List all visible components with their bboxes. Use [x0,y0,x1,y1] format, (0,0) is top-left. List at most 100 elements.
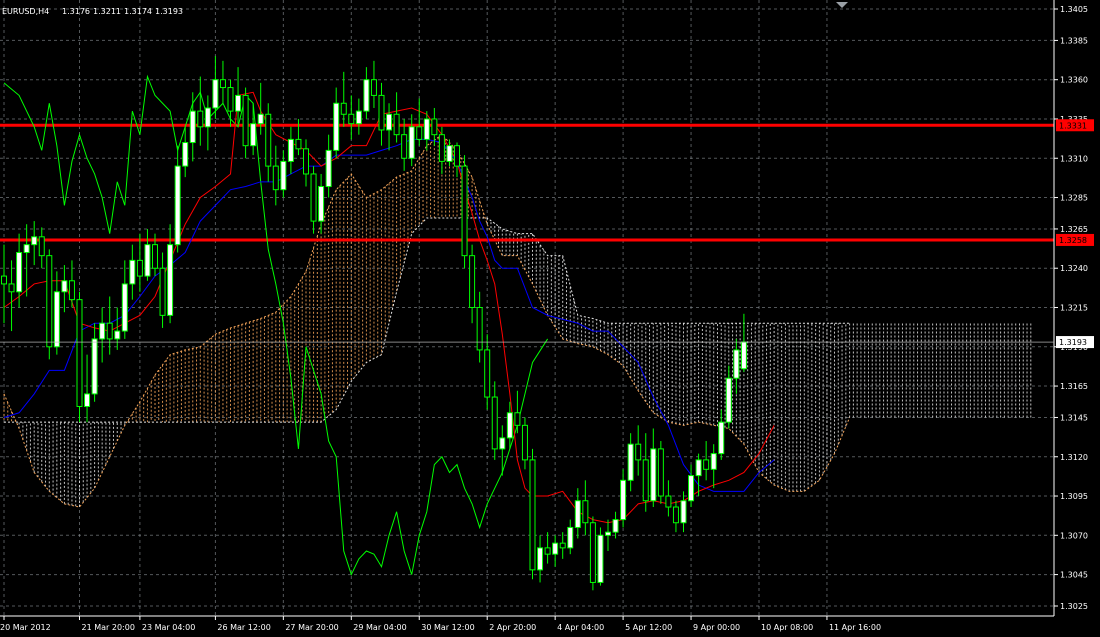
candle-body [121,283,128,332]
candle [665,480,672,517]
candle [23,224,30,297]
grid [0,0,1054,616]
candle [91,323,98,402]
candle [642,433,649,512]
candle-body [725,377,732,423]
low-value: 1.3174 [124,7,152,16]
candle-body [408,126,415,159]
candle-body [340,102,347,115]
candle-body [91,338,98,395]
y-tick-label: 1.3025 [1060,602,1088,611]
candle-body [61,280,68,293]
candle-body [212,79,219,109]
hline-price-tag-label: 1.3331 [1059,121,1087,130]
candle-body [16,252,23,293]
candle-body [31,236,38,246]
candle [567,519,574,555]
x-tick-label: 23 Mar 04:00 [142,623,195,632]
candle-body [506,412,513,439]
candle [491,381,498,460]
candle [378,82,385,146]
y-tick-label: 1.3240 [1060,264,1088,273]
candle-body [620,479,627,521]
candle [84,354,91,423]
candle-body [423,118,430,140]
chart-window[interactable]: 1.34051.33851.33601.33351.33101.32851.32… [0,0,1100,637]
candle-body [76,299,83,407]
candle [627,433,634,492]
price-chart[interactable]: 1.34051.33851.33601.33351.33101.32851.32… [0,0,1100,637]
candle [635,425,642,476]
candle [189,92,196,162]
candle [597,527,604,586]
open-value: 1.3176 [62,7,90,16]
candle [537,535,544,583]
candle-body [499,437,506,450]
candle-body [416,126,423,140]
candle [265,103,272,182]
candle-body [287,138,294,162]
candle-body [1,275,7,285]
horizontal-lines[interactable] [0,123,1054,242]
candle-body [635,443,642,461]
candle [197,76,204,146]
candle [219,60,226,104]
candle-body [589,522,596,583]
indicator-lines [3,74,775,576]
candle [8,260,15,332]
candle-body [521,424,528,461]
candle-body [159,267,166,316]
axes: 1.34051.33851.33601.33351.33101.32851.32… [0,0,1088,632]
candle [114,307,121,350]
candle [544,532,551,564]
candle [280,150,287,198]
x-tick-label: 20 Mar 2012 [0,623,51,632]
candle [287,126,294,174]
candle [438,126,445,174]
candle [529,448,536,580]
candle [129,244,136,300]
candle [68,260,75,308]
candle-body [250,123,257,147]
candle-body [363,79,370,112]
candle [363,67,370,119]
candle-body [718,421,725,455]
candle [688,464,695,508]
candle-body [219,79,226,89]
candle-body [582,500,589,524]
x-tick-label: 21 Mar 20:00 [82,623,135,632]
candle-body [257,113,264,125]
candle-body [665,495,672,508]
candle [250,103,257,156]
shift-marker-icon[interactable] [836,2,848,8]
candle [31,221,38,266]
candle [680,491,687,533]
candle-body [514,412,521,426]
candle-body [114,330,121,340]
candle-body [265,113,272,167]
candle [144,228,151,281]
candle [393,92,400,143]
candle-body [476,307,483,351]
candle [370,60,377,108]
candle-body [657,448,664,497]
candle-body [612,519,619,533]
candle-body [272,165,279,191]
candle [589,516,596,591]
candle [159,252,166,328]
candle-body [438,134,445,162]
candle-body [8,283,15,293]
candle [620,469,627,528]
candle [348,95,355,140]
candle-body [552,542,559,555]
current-price-label: 1.3193 [1059,338,1087,347]
candle-body [567,526,574,549]
candle [272,145,279,206]
candle [454,142,460,178]
candle-body [204,107,211,128]
candle [303,139,309,187]
candle [174,145,181,253]
candle-body [46,255,53,348]
candle-body [295,138,302,150]
candle [325,134,332,198]
